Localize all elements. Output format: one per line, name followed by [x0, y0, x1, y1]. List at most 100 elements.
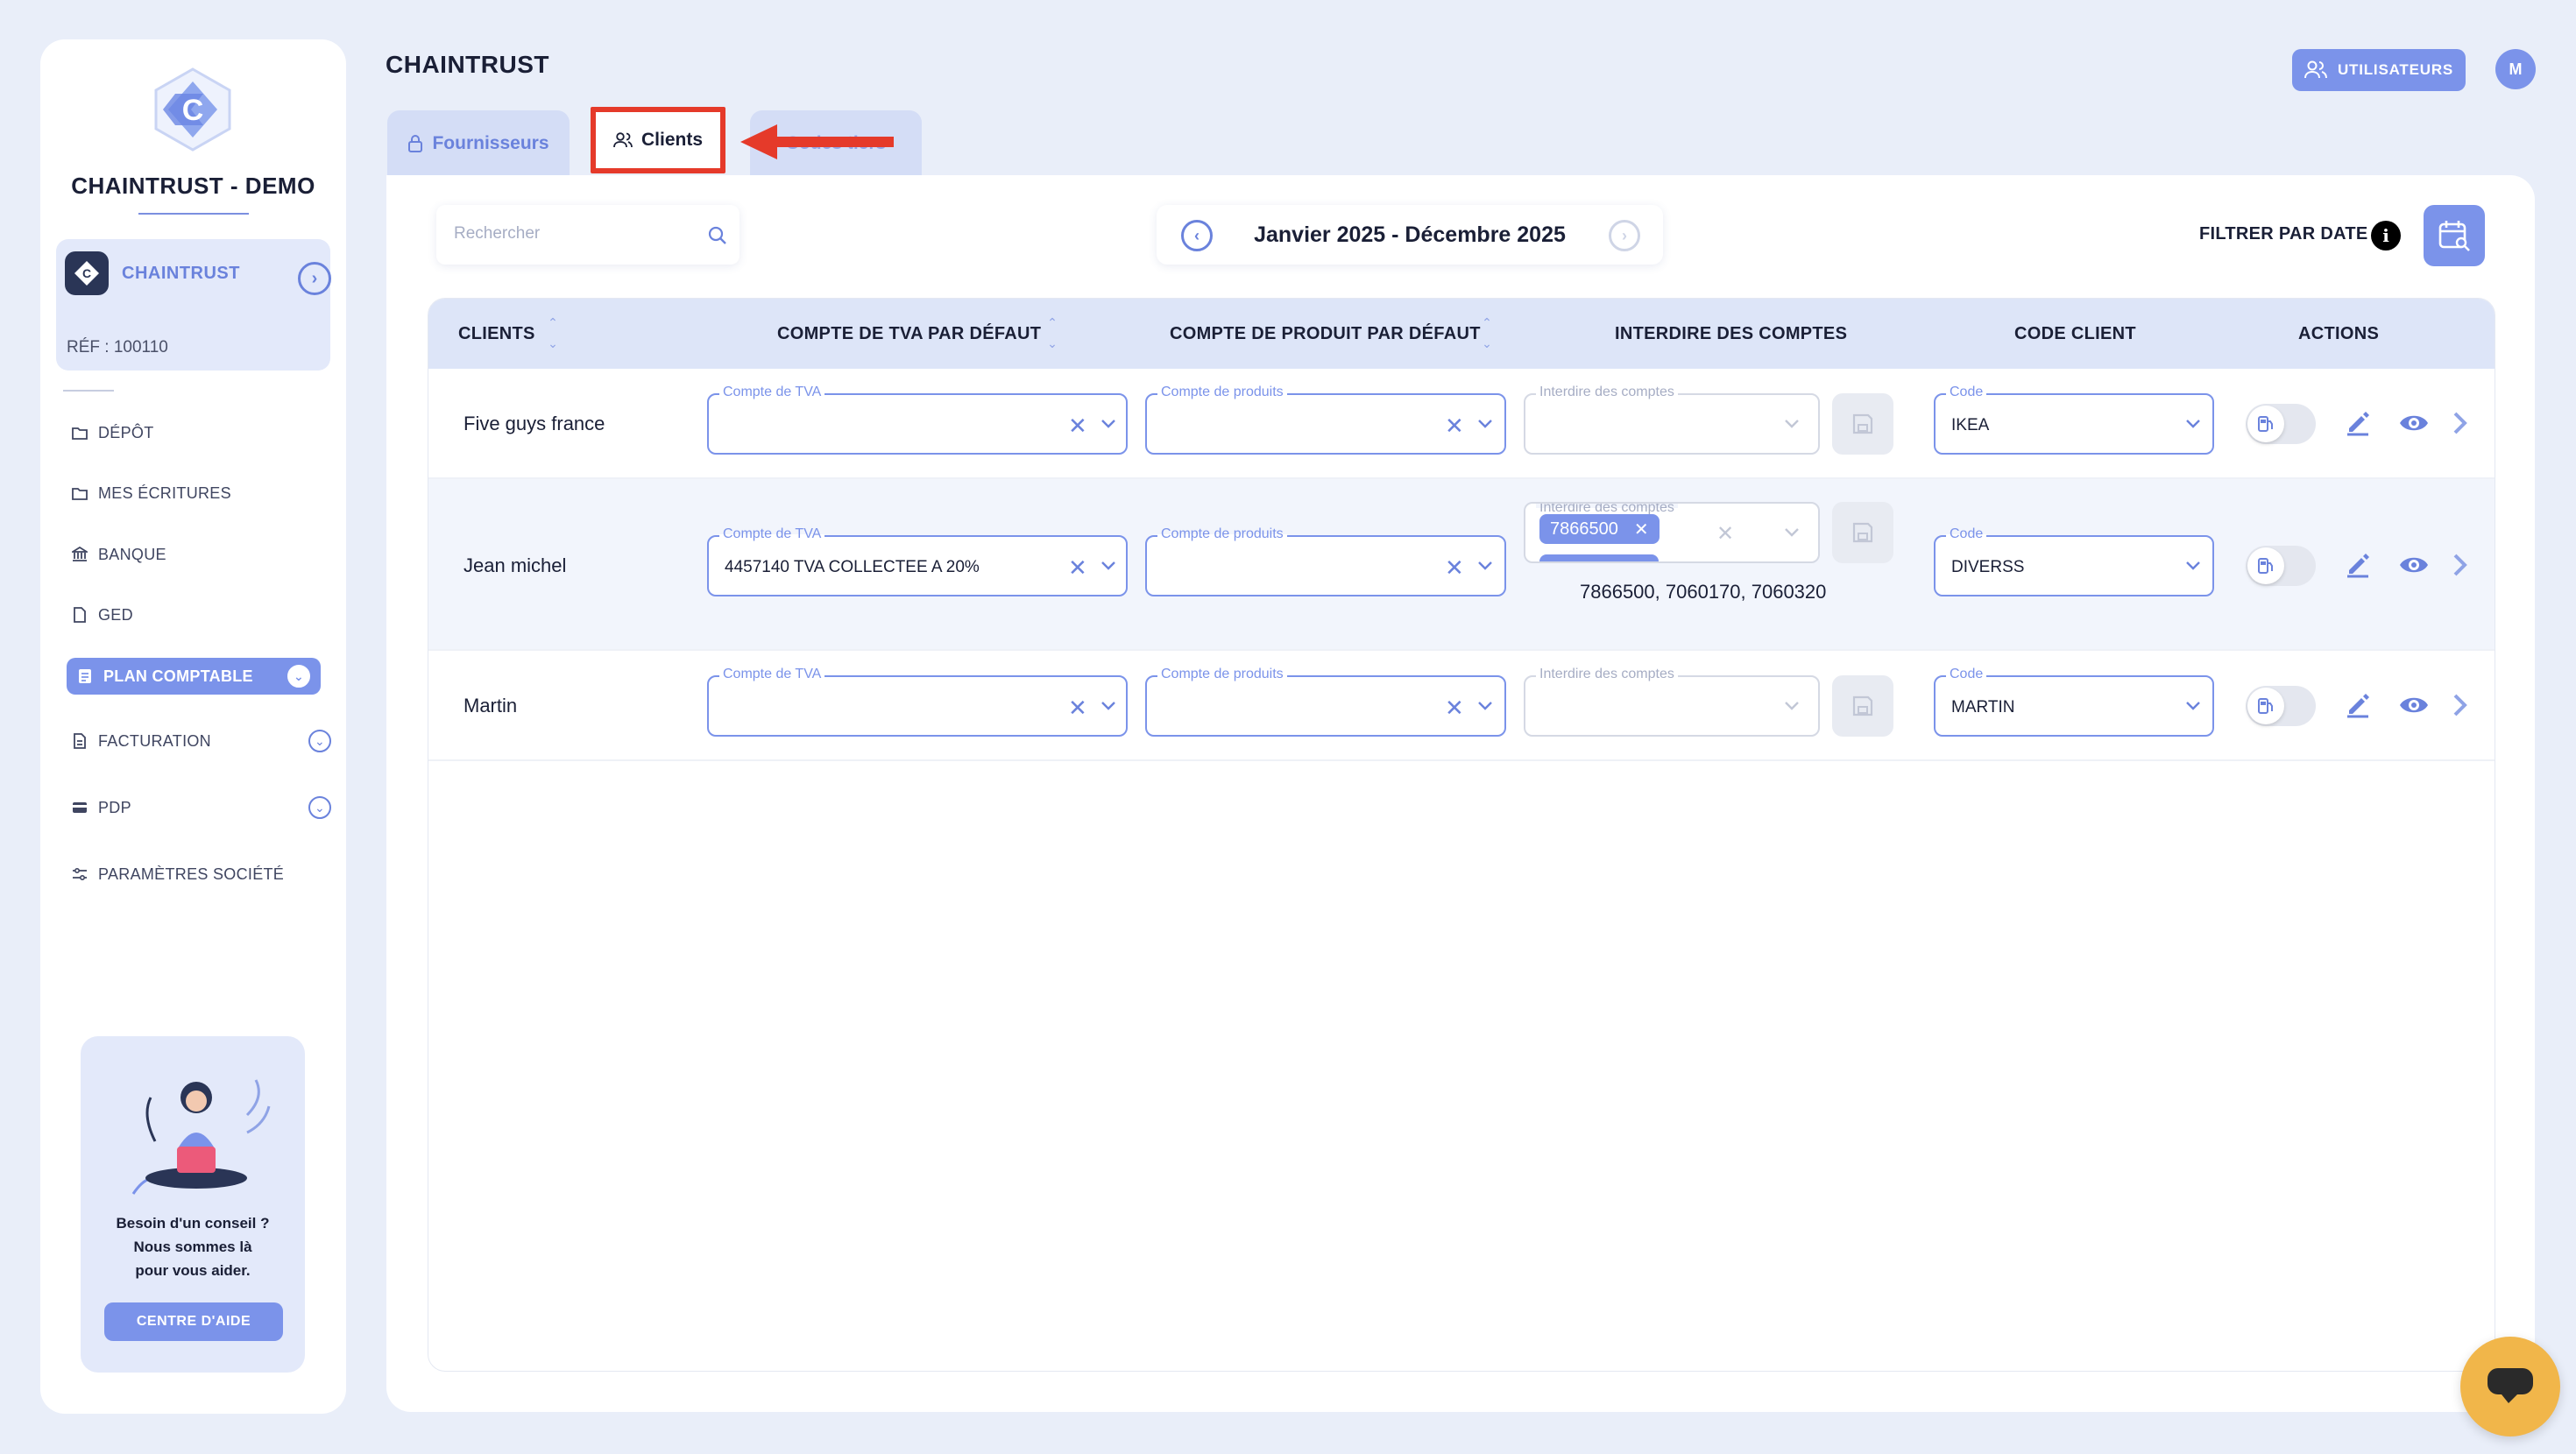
annotation-arrow-icon — [740, 123, 898, 161]
users-icon — [2304, 60, 2327, 79]
sort-icon[interactable]: ⌃ ⌄ — [1480, 312, 1494, 356]
clear-icon[interactable]: ✕ — [1068, 554, 1087, 582]
chevron-down-icon[interactable]: ⌄ — [287, 665, 310, 688]
chevron-down-icon[interactable] — [2184, 414, 2202, 432]
chip-remove-icon[interactable]: ✕ — [1634, 519, 1649, 540]
sidebar-item-facturation[interactable]: FACTURATION ⌄ — [72, 723, 331, 759]
info-icon[interactable]: i — [2371, 221, 2401, 251]
eye-icon[interactable] — [2398, 689, 2430, 721]
tva-account-select[interactable]: Compte de TVA ✕ — [707, 667, 1128, 737]
period-label[interactable]: Janvier 2025 - Décembre 2025 — [1157, 222, 1663, 248]
chevron-right-icon[interactable]: › — [1609, 220, 1640, 251]
clear-icon[interactable]: ✕ — [1716, 521, 1734, 547]
column-header-clients: CLIENTS — [458, 323, 535, 343]
chevron-right-icon[interactable] — [2444, 407, 2475, 439]
sidebar-item-mes-ecritures[interactable]: MES ÉCRITURES — [72, 475, 231, 512]
chevron-down-icon[interactable] — [1100, 696, 1117, 714]
svg-text:C: C — [182, 94, 204, 127]
edit-icon[interactable] — [2342, 689, 2374, 721]
client-code-select[interactable]: Code MARTIN — [1934, 667, 2214, 737]
chevron-down-icon[interactable] — [1783, 523, 1801, 540]
chevron-down-icon[interactable]: ⌄ — [308, 796, 331, 819]
forbidden-accounts-select[interactable]: Interdire des comptes — [1524, 385, 1820, 455]
eye-icon[interactable] — [2398, 549, 2430, 581]
search-icon[interactable] — [708, 226, 727, 245]
sidebar-item-pdp[interactable]: PDP ⌄ — [72, 789, 331, 826]
chevron-down-icon[interactable] — [2184, 696, 2202, 714]
company-logo-icon: C — [65, 251, 109, 295]
chevron-down-icon[interactable] — [1476, 556, 1494, 574]
account-chip[interactable]: 7866500 ✕ — [1539, 514, 1660, 544]
sidebar-item-label: FACTURATION — [98, 731, 211, 750]
help-text-line: Besoin d'un conseil ? — [116, 1215, 270, 1232]
edit-icon[interactable] — [2342, 549, 2374, 581]
tab-clients[interactable]: Clients — [591, 107, 725, 173]
period-selector: ‹ Janvier 2025 - Décembre 2025 › — [1157, 205, 1663, 265]
tva-account-select[interactable]: Compte de TVA 4457140 TVA COLLECTEE A 20… — [707, 526, 1128, 596]
tab-fournisseurs[interactable]: Fournisseurs — [387, 110, 570, 177]
card-icon — [72, 800, 88, 815]
sidebar-item-banque[interactable]: BANQUE — [72, 536, 166, 573]
folder-icon — [72, 485, 88, 501]
field-label: Compte de TVA — [719, 667, 825, 682]
chevron-right-icon[interactable] — [2444, 689, 2475, 721]
client-code-select[interactable]: Code IKEA — [1934, 385, 2214, 455]
edit-icon[interactable] — [2342, 407, 2374, 439]
save-button[interactable] — [1832, 393, 1893, 455]
eye-icon[interactable] — [2398, 407, 2430, 439]
client-code-select[interactable]: Code DIVERSS — [1934, 526, 2214, 596]
chevron-down-icon[interactable] — [1476, 414, 1494, 432]
save-button[interactable] — [1832, 502, 1893, 563]
users-button[interactable]: UTILISATEURS — [2292, 49, 2466, 91]
avatar[interactable]: M — [2495, 49, 2536, 89]
chevron-down-icon[interactable]: ⌄ — [308, 730, 331, 752]
calendar-search-button[interactable] — [2424, 205, 2485, 266]
forbidden-accounts-select[interactable]: Interdire des comptes — [1524, 667, 1820, 737]
help-text-line: pour vous aider. — [135, 1262, 251, 1279]
forbidden-accounts-select[interactable]: Interdire des comptes 7866500 ✕ ✕ — [1524, 502, 1820, 563]
product-account-select[interactable]: Compte de produits ✕ — [1145, 526, 1506, 596]
chevron-down-icon[interactable] — [1100, 414, 1117, 432]
search-box[interactable] — [436, 205, 740, 265]
company-chevron-right-icon[interactable]: › — [298, 262, 331, 295]
sort-icon[interactable]: ⌃ ⌄ — [546, 312, 560, 356]
sort-icon[interactable]: ⌃ ⌄ — [1045, 312, 1059, 356]
column-header-actions: ACTIONS — [2298, 323, 2380, 343]
chat-icon — [2488, 1368, 2533, 1403]
product-account-select[interactable]: Compte de produits ✕ — [1145, 385, 1506, 455]
chevron-down-icon[interactable] — [1476, 696, 1494, 714]
chevron-down-icon[interactable] — [1100, 556, 1117, 574]
company-card[interactable]: C CHAINTRUST › RÉF : 100110 — [56, 239, 331, 371]
sidebar-item-parametres-societe[interactable]: PARAMÈTRES SOCIÉTÉ — [72, 856, 284, 893]
brand-name: CHAINTRUST - DEMO — [71, 173, 315, 199]
product-account-select[interactable]: Compte de produits ✕ — [1145, 667, 1506, 737]
toggle-switch[interactable] — [2246, 546, 2316, 586]
toggle-switch[interactable] — [2246, 404, 2316, 444]
field-label: Compte de produits — [1157, 526, 1287, 542]
sidebar-item-depot[interactable]: DÉPÔT — [72, 414, 154, 451]
help-text: Besoin d'un conseil ? Nous sommes là pou… — [81, 1211, 305, 1282]
sidebar-item-label: PDP — [98, 798, 131, 816]
sliders-icon — [72, 866, 88, 882]
save-button[interactable] — [1832, 675, 1893, 737]
chat-button[interactable] — [2460, 1337, 2560, 1436]
chevron-down-icon[interactable] — [2184, 556, 2202, 574]
folder-icon — [72, 425, 88, 441]
chevron-down-icon[interactable] — [1783, 696, 1801, 714]
save-icon — [1852, 413, 1873, 434]
help-center-button[interactable]: CENTRE D'AIDE — [104, 1302, 283, 1341]
chevron-down-icon[interactable] — [1783, 414, 1801, 432]
search-input[interactable] — [454, 224, 699, 244]
svg-text:C: C — [82, 266, 91, 280]
clear-icon[interactable]: ✕ — [1445, 413, 1464, 440]
clear-icon[interactable]: ✕ — [1068, 413, 1087, 440]
clear-icon[interactable]: ✕ — [1445, 554, 1464, 582]
fuel-icon — [2247, 547, 2284, 584]
clear-icon[interactable]: ✕ — [1445, 695, 1464, 722]
tva-account-select[interactable]: Compte de TVA ✕ — [707, 385, 1128, 455]
toggle-switch[interactable] — [2246, 686, 2316, 726]
chevron-right-icon[interactable] — [2444, 549, 2475, 581]
sidebar-item-ged[interactable]: GED — [72, 596, 133, 633]
sidebar-item-plan-comptable[interactable]: PLAN COMPTABLE ⌄ — [67, 658, 321, 695]
clear-icon[interactable]: ✕ — [1068, 695, 1087, 722]
